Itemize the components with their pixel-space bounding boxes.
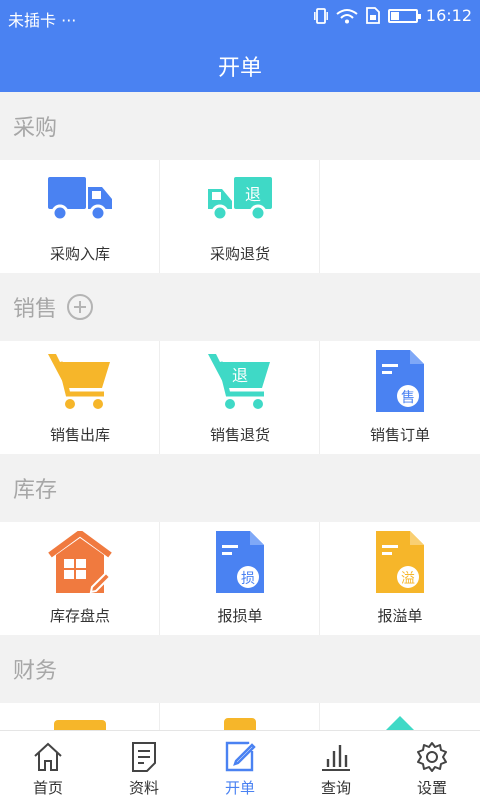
tab-order-label: 开单 xyxy=(224,779,255,797)
svg-text:溢: 溢 xyxy=(401,571,415,587)
tab-query[interactable]: 查询 xyxy=(288,731,384,800)
status-icons: 16:12 xyxy=(313,6,472,25)
vibrate-icon xyxy=(313,7,328,24)
tab-data-label: 资料 xyxy=(128,779,159,797)
chart-icon xyxy=(322,745,350,771)
finance-diamond-icon xyxy=(386,716,414,730)
finance-grid xyxy=(0,703,480,730)
bottom-tab-bar: 首页 资料 开单 查询 设置 xyxy=(0,730,480,800)
truck-icon xyxy=(48,177,112,222)
finance-doc-icon xyxy=(224,718,256,730)
empty-cell xyxy=(320,160,480,273)
overflow-report-label: 报溢单 xyxy=(377,607,423,625)
svg-text:损: 损 xyxy=(241,571,255,587)
svg-text:退: 退 xyxy=(232,366,248,385)
gear-icon xyxy=(417,742,447,772)
sales-order-button[interactable]: 售 销售订单 xyxy=(320,341,480,454)
overflow-doc-icon: 溢 xyxy=(376,531,424,593)
status-bar: 未插卡 ··· 16:12 xyxy=(0,0,480,34)
document-icon xyxy=(132,742,156,772)
return-truck-icon: 退 xyxy=(208,177,272,222)
finance-card-icon xyxy=(54,720,106,730)
svg-text:售: 售 xyxy=(401,390,415,406)
battery-fill xyxy=(390,11,399,20)
finance-item-3[interactable] xyxy=(320,703,480,730)
page-title: 开单 xyxy=(217,56,262,81)
section-finance: 财务 xyxy=(0,635,480,703)
section-purchase: 采购 xyxy=(0,92,480,160)
sales-out-label: 销售出库 xyxy=(49,426,110,444)
sim-icon xyxy=(365,7,380,24)
loss-doc-icon: 损 xyxy=(216,531,264,593)
carrier-label: 未插卡 xyxy=(8,11,57,30)
purchase-return-label: 采购退货 xyxy=(209,245,270,263)
tab-query-label: 查询 xyxy=(320,779,351,797)
purchase-grid: 采购入库 退 采购退货 xyxy=(0,160,480,273)
clock: 16:12 xyxy=(425,6,472,25)
tab-settings[interactable]: 设置 xyxy=(384,731,480,800)
status-dots: ··· xyxy=(61,11,77,30)
sales-return-label: 销售退货 xyxy=(209,426,270,444)
battery-icon xyxy=(387,8,421,23)
warehouse-icon xyxy=(48,531,112,594)
carrier-text: 未插卡 ··· xyxy=(8,7,76,31)
section-title-sales: 销售 xyxy=(13,297,58,322)
purchase-return-button[interactable]: 退 采购退货 xyxy=(160,160,320,273)
section-title-purchase: 采购 xyxy=(13,116,58,141)
sales-out-button[interactable]: 销售出库 xyxy=(0,341,160,454)
sales-doc-icon: 售 xyxy=(376,350,424,412)
loss-report-label: 报损单 xyxy=(217,607,263,625)
tab-home[interactable]: 首页 xyxy=(0,731,96,800)
wifi-icon xyxy=(336,8,358,23)
sales-order-label: 销售订单 xyxy=(369,426,430,444)
tab-order[interactable]: 开单 xyxy=(192,731,288,800)
purchase-in-button[interactable]: 采购入库 xyxy=(0,160,160,273)
sales-grid: 销售出库 退 销售退货 售 销售订单 xyxy=(0,341,480,454)
edit-icon xyxy=(225,741,256,772)
tab-home-label: 首页 xyxy=(32,779,63,797)
tab-data[interactable]: 资料 xyxy=(96,731,192,800)
section-title-stock: 库存 xyxy=(13,478,58,503)
add-circle-icon[interactable] xyxy=(67,294,94,320)
overflow-report-button[interactable]: 溢 报溢单 xyxy=(320,522,480,635)
stock-check-button[interactable]: 库存盘点 xyxy=(0,522,160,635)
return-cart-icon: 退 xyxy=(208,354,270,409)
purchase-in-label: 采购入库 xyxy=(49,245,110,263)
app-header: 未插卡 ··· 16:12 开单 xyxy=(0,0,480,92)
section-stock: 库存 xyxy=(0,454,480,522)
sales-return-button[interactable]: 退 销售退货 xyxy=(160,341,320,454)
cart-icon xyxy=(48,354,110,409)
tab-settings-label: 设置 xyxy=(416,779,447,797)
section-title-finance: 财务 xyxy=(13,659,58,684)
loss-report-button[interactable]: 损 报损单 xyxy=(160,522,320,635)
svg-text:退: 退 xyxy=(245,185,261,204)
stock-check-label: 库存盘点 xyxy=(49,607,110,625)
stock-grid: 库存盘点 损 报损单 溢 报溢单 xyxy=(0,522,480,635)
section-sales: 销售 xyxy=(0,273,480,341)
home-icon xyxy=(34,742,62,771)
finance-item-2[interactable] xyxy=(160,703,320,730)
main-content[interactable]: 采购 采购入库 退 采购退货 销售 销售出库 退 销售退货 售 销售订单 库存 … xyxy=(0,92,480,730)
finance-item-1[interactable] xyxy=(0,703,160,730)
